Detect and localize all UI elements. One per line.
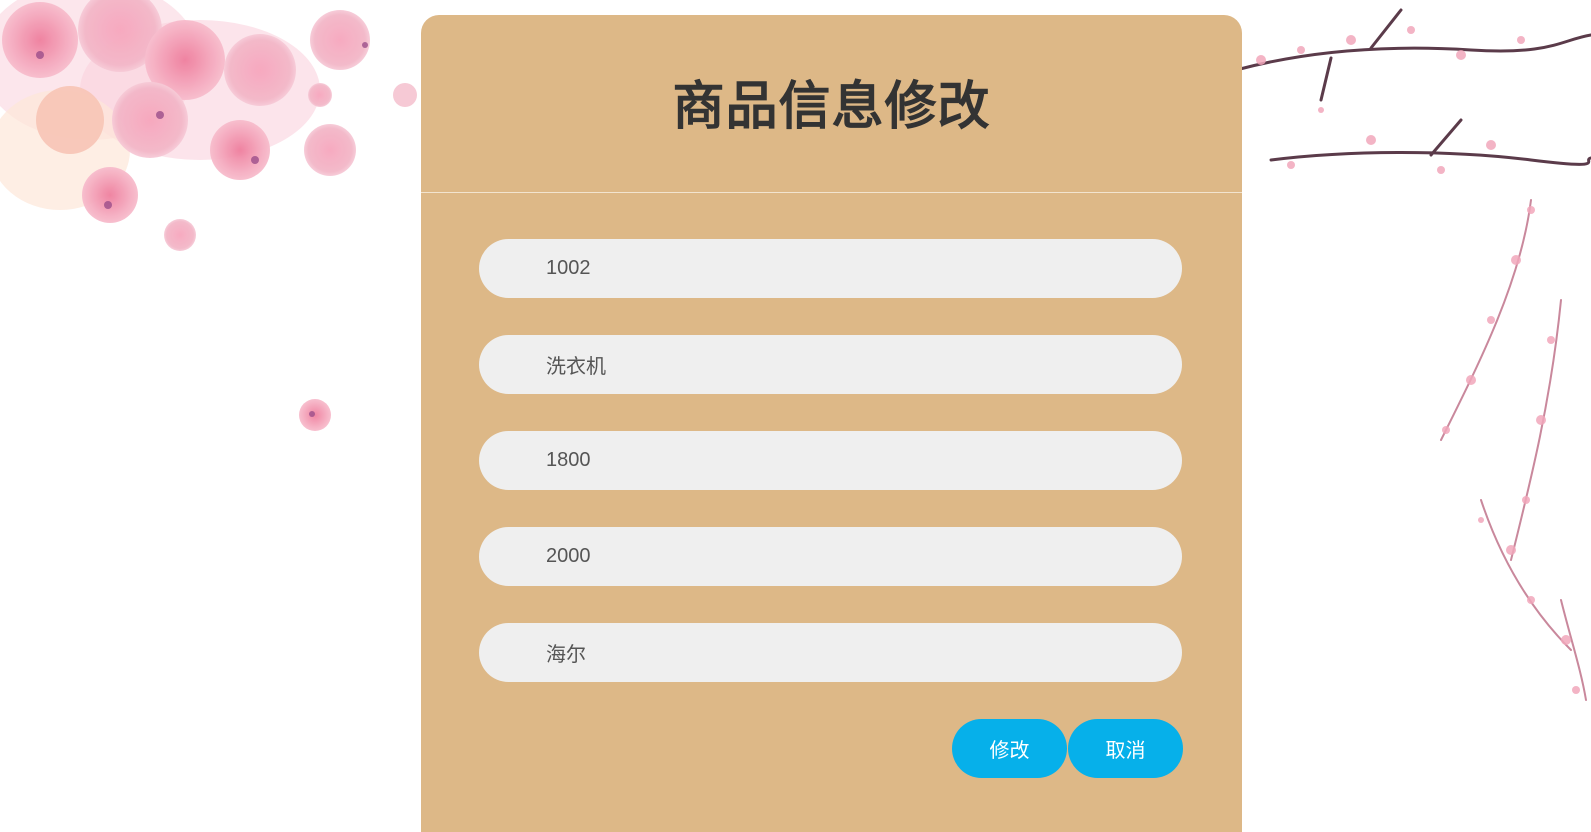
form-actions: 修改 取消 (952, 719, 1183, 778)
product-price-field[interactable] (479, 527, 1182, 586)
edit-product-card: 商品信息修改 修改 取消 (421, 15, 1242, 832)
product-form: 修改 取消 (421, 193, 1242, 778)
page: 商品信息修改 修改 取消 (0, 0, 1591, 832)
product-cost-field[interactable] (479, 431, 1182, 490)
product-name-field[interactable] (479, 335, 1182, 394)
cherry-blossom-decoration (0, 0, 417, 431)
page-title: 商品信息修改 (672, 78, 991, 136)
cancel-button[interactable]: 取消 (1068, 719, 1183, 778)
product-brand-field[interactable] (479, 623, 1182, 682)
card-header: 商品信息修改 (421, 15, 1242, 193)
modify-button[interactable]: 修改 (952, 719, 1067, 778)
product-id-field[interactable] (479, 239, 1182, 298)
cherry-branch-decoration (1234, 8, 1591, 701)
